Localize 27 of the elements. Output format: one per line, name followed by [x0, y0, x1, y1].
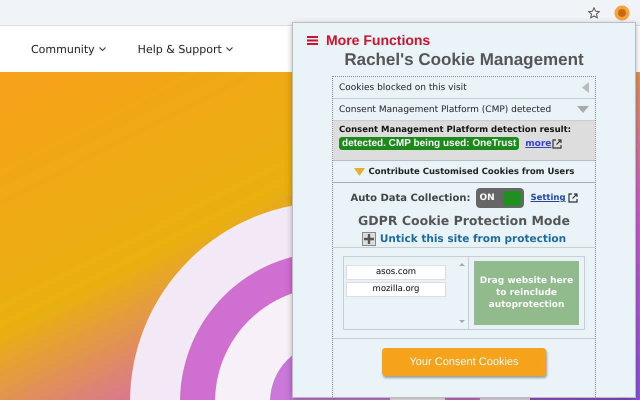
extension-title: Rachel's Cookie Management [344, 50, 584, 70]
untick-site-link[interactable]: Untick this site from protection [333, 231, 595, 247]
site-list-item[interactable]: asos.com [346, 265, 446, 280]
nav-menu-item[interactable]: Help & Support [138, 42, 233, 56]
nav-menu-item[interactable]: Community [31, 42, 106, 56]
site-list-item[interactable]: mozilla.org [346, 282, 446, 297]
plus-icon [362, 232, 376, 246]
extension-icon[interactable] [614, 4, 630, 20]
chevron-down-icon [226, 46, 233, 52]
detection-heading: Consent Management Platform detection result: [339, 125, 572, 135]
caret-left-icon [582, 82, 589, 93]
caret-down-icon [577, 106, 589, 113]
external-link-icon [568, 193, 578, 203]
more-functions-menu[interactable]: More Functions [307, 32, 430, 48]
caret-down-icon [354, 168, 365, 176]
menu-icon [307, 36, 318, 44]
cmp-status-badge: detected. CMP being used: OneTrust [339, 137, 520, 150]
auto-collection-label: Auto Data Collection: [350, 192, 470, 204]
more-link[interactable]: more [525, 138, 562, 148]
mode-heading: GDPR Cookie Protection Mode [357, 213, 571, 228]
setting-link[interactable]: Setting [530, 193, 578, 203]
star-icon[interactable] [588, 6, 600, 18]
scrollbar-drawing [458, 261, 466, 325]
auto-collection-toggle[interactable]: ON [476, 188, 524, 208]
external-link-icon [552, 138, 562, 148]
chevron-down-icon [98, 46, 106, 52]
contribute-section-header[interactable]: Contribute Customised Cookies from Users [333, 161, 595, 183]
